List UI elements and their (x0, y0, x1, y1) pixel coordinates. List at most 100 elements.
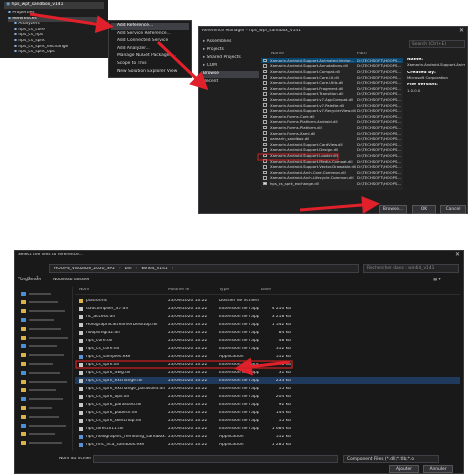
tree-item[interactable] (21, 370, 69, 376)
file-row[interactable]: HolographicStreamerDesktop.dll 23/09/2020… (75, 321, 460, 328)
checkbox[interactable] (263, 181, 267, 186)
solution-item[interactable]: ▪ hps_cs_sprk (14, 39, 98, 44)
checkbox[interactable] (263, 58, 267, 63)
file-row[interactable]: hps_cs_sprk_exchange_parasolid.dll 23/09/… (75, 385, 460, 392)
tree-item[interactable] (21, 361, 69, 367)
checkbox[interactable] (263, 114, 267, 119)
checkbox[interactable] (263, 165, 267, 169)
file-row[interactable]: hps_directx11.dll 23/09/2020 10:22 Extensi… (75, 425, 460, 432)
reference-row[interactable]: Xamarin.Android.Support.Media.Compat.dll… (261, 159, 403, 164)
reference-row[interactable]: Xamarin.Android.Support.Core.UI.dll D:\TE… (261, 75, 403, 80)
column-header-name[interactable]: Name (271, 52, 361, 56)
solution-item[interactable]: ▪ References (8, 16, 98, 22)
context-menu-item[interactable]: New Solution Explorer View (111, 69, 189, 76)
tree-item[interactable] (21, 335, 69, 341)
tree-item[interactable] (21, 326, 69, 332)
nav-item[interactable]: ▸ Assemblies (201, 39, 259, 46)
solution-item[interactable]: ▪ hps_cs_sprk_ops (14, 50, 98, 55)
project-node[interactable]: ▣ hps_wpf_sandbox_v141 (4, 2, 104, 9)
view-options-icon[interactable]: ▦ ▾ (433, 278, 441, 282)
file-row[interactable]: hps_mfc_hca_sandbox.exe 23/09/2020 10:22 A… (75, 441, 460, 448)
file-type-select[interactable]: Component Files (*.dll;*.tlb;*.o (343, 455, 439, 463)
reference-row[interactable]: Xamarin.Android.Arch.Lifecycle.Common.dl… (261, 176, 403, 181)
context-menu-item[interactable]: Manage NuGet Packages... (111, 53, 189, 60)
file-cancel-button[interactable]: Annuler (423, 465, 453, 473)
checkbox[interactable] (263, 142, 267, 147)
nav-item[interactable]: Recent (201, 79, 259, 86)
checkbox[interactable] (263, 92, 267, 96)
checkbox[interactable] (263, 125, 267, 130)
checkbox[interactable] (263, 75, 267, 80)
checkbox[interactable] (263, 153, 267, 158)
reference-search-input[interactable]: Search (Ctrl+E) (409, 40, 465, 48)
reference-row[interactable]: Xamarin.Android.Support.Animated.Vector.… (261, 58, 403, 64)
ok-button[interactable]: OK (412, 205, 436, 214)
file-row[interactable]: hps_core.dll 23/09/2020 10:22 Extension de… (75, 337, 460, 344)
file-search-input[interactable]: Rechercher dans : win64_v141 (363, 264, 459, 273)
tree-item[interactable] (21, 309, 69, 315)
file-row[interactable]: d3dcompiler_47.dll 23/09/2020 10:22 Extens… (75, 305, 460, 312)
solution-item[interactable]: ▪ hps_cs_sprk_exchange (14, 45, 98, 50)
column-type[interactable]: Type (219, 288, 229, 292)
tree-item[interactable] (21, 291, 69, 297)
column-header-path[interactable]: Path (357, 52, 397, 56)
file-row[interactable]: hoopsmgl32.dll 23/09/2020 10:22 Extension … (75, 329, 460, 336)
reference-row[interactable]: Xamarin.Forms.Core.dll D:\TECHSOFT\HOOPS.… (261, 114, 403, 119)
tree-item[interactable] (21, 397, 69, 403)
reference-row[interactable]: Xamarin.Android.Arch.Core.Common.dll D:\T… (261, 170, 403, 175)
close-icon[interactable]: ✕ (459, 28, 464, 34)
reference-row[interactable]: Xamarin.Android.Support.CardView.dll D:\T… (261, 142, 403, 147)
reference-row[interactable]: Xamarin.Forms.Platform.Android.dll D:\TEC… (261, 120, 403, 125)
nav-item[interactable]: ▸ Shared Projects (201, 55, 259, 62)
checkbox[interactable] (263, 86, 267, 91)
cancel-button[interactable]: Cancel (440, 205, 466, 214)
reference-row[interactable]: Xamarin.Android.Support.Loader.dll D:\TEC… (261, 153, 403, 158)
reference-row[interactable]: Xamarin.Android.Support.Design.dll D:\TEC… (261, 148, 403, 153)
file-row[interactable]: hc_access.dll 23/09/2020 10:22 Extension d… (75, 313, 460, 320)
address-bar[interactable]: HOOPS_Visualize_2020_SP2 › bin › win64_v141 › (49, 264, 359, 273)
checkbox[interactable] (263, 131, 267, 136)
checkbox[interactable] (263, 103, 267, 108)
file-row[interactable]: hps_cs_sprk_publish.dll 23/09/2020 10:22 E… (75, 409, 460, 416)
organize-button[interactable]: Organiser (20, 278, 41, 282)
file-row[interactable]: hps_holographic_remoting_sandbox.exe 23/0… (75, 433, 460, 440)
context-menu-item[interactable]: Add Analyzer... (111, 46, 189, 53)
file-row[interactable]: hps_cs_sprk_parasolid.dll 23/09/2020 10:2… (75, 401, 460, 408)
context-menu-item[interactable]: Add Service Reference... (111, 31, 189, 38)
file-row[interactable]: hps_cs_core.dll 23/09/2020 10:22 Extension… (75, 345, 460, 352)
solution-item[interactable]: ▪ hps_cs_hps (14, 33, 98, 38)
nav-item[interactable]: ▸ COM (201, 63, 259, 70)
tree-item[interactable] (21, 344, 69, 350)
context-menu-item[interactable]: Add Connected Service (111, 38, 189, 45)
file-row[interactable]: hps_cs_sprk_dwg.dll 23/09/2020 10:22 Exten… (75, 369, 460, 376)
tree-item[interactable] (21, 300, 69, 306)
reference-row[interactable]: Xamarin.Android.Support.v7.Palette.dll D:… (261, 103, 403, 108)
reference-row[interactable]: Xamarin.Android.Support.Core.Utils.dll D:… (261, 80, 403, 85)
checkbox[interactable] (263, 109, 267, 113)
reference-row[interactable]: Xamarin.Android.Support.Annotations.dll D… (261, 64, 403, 69)
tree-item[interactable] (21, 317, 69, 323)
context-menu-item[interactable]: Add Reference... (111, 23, 189, 30)
checkbox[interactable] (263, 176, 267, 180)
checkbox[interactable] (263, 81, 267, 85)
checkbox[interactable] (263, 159, 267, 164)
reference-row[interactable]: Xamarin.Android.Support.v7.AppCompat.dll… (261, 97, 403, 102)
context-menu-item[interactable]: Scope to This (111, 61, 189, 68)
column-name[interactable]: Nom (79, 288, 89, 292)
checkbox[interactable] (263, 170, 267, 175)
column-size[interactable]: Taille (260, 288, 271, 292)
file-row[interactable]: hps_cs_samples.exe 23/09/2020 10:22 Applic… (75, 353, 460, 360)
tree-item[interactable] (21, 353, 69, 359)
browse-button[interactable]: Browse... (379, 205, 407, 214)
open-button[interactable]: Ajouter (389, 465, 419, 473)
solution-item[interactable]: ▪ hps_cs_core (14, 28, 98, 33)
breadcrumb-item[interactable]: win64_v141 (141, 267, 167, 271)
file-row[interactable]: hps_cs_sprk.dll 23/09/2020 10:22 Extension… (75, 361, 460, 368)
tree-item[interactable] (21, 379, 69, 385)
reference-row[interactable]: hps_cs_sprk_exchange.dll D:\TECHSOFT\HOOP… (261, 181, 403, 186)
checkbox[interactable] (263, 148, 267, 152)
tree-item[interactable] (21, 432, 69, 438)
reference-row[interactable]: Xamarin.Android.Support.v7.RecyclerView.… (261, 108, 403, 113)
reference-row[interactable]: Xamarin.Forms.Xaml.dll D:\TECHSOFT\HOOPS.… (261, 131, 403, 136)
breadcrumb-item[interactable]: bin (125, 267, 132, 271)
